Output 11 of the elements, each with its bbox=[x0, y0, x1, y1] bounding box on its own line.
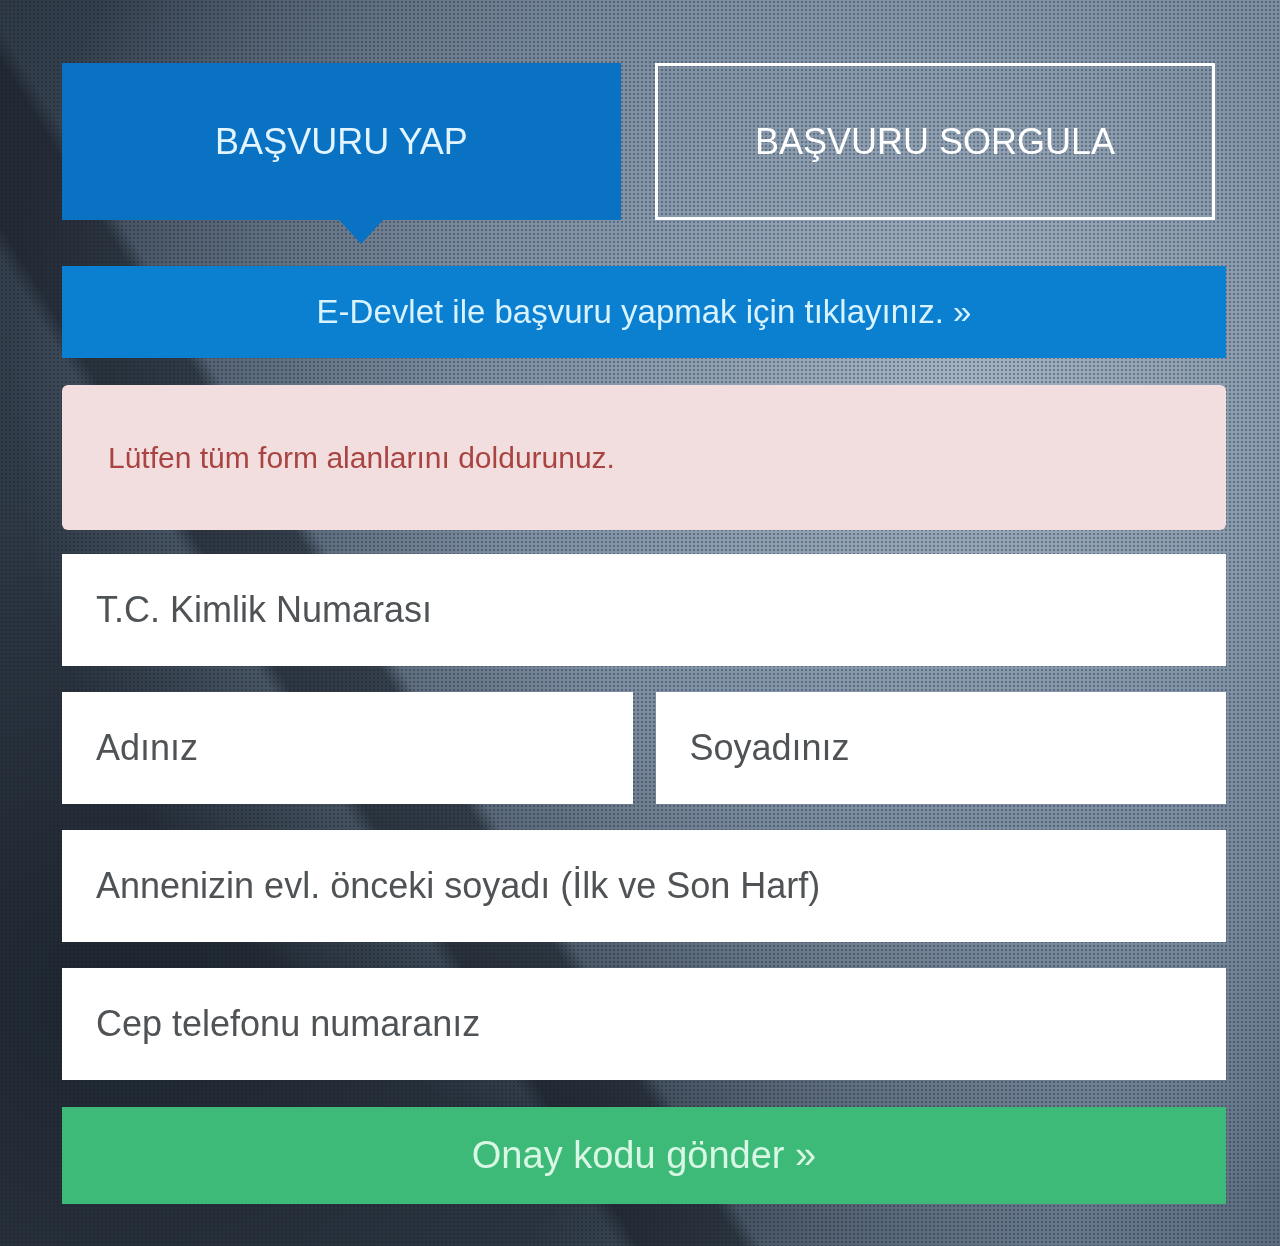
input-field[interactable]: Adınız bbox=[62, 692, 633, 804]
error-alert: Lütfen tüm form alanlarını doldurunuz. bbox=[62, 385, 1226, 530]
input-field[interactable]: Cep telefonu numaranız bbox=[62, 968, 1226, 1080]
send-code-button[interactable]: Onay kodu gönder » bbox=[62, 1107, 1226, 1204]
e-devlet-link[interactable]: E-Devlet ile başvuru yapmak için tıklayınız. » bbox=[62, 266, 1226, 358]
tab-pointer-icon bbox=[338, 220, 383, 244]
input-field[interactable]: T.C. Kimlik Numarası bbox=[62, 554, 1226, 666]
input-field[interactable]: Annenizin evl. önceki soyadı (İlk ve Son Harf) bbox=[62, 830, 1226, 942]
input-field[interactable]: Soyadınız bbox=[655, 692, 1226, 804]
tab[interactable]: BAŞVURU SORGULA bbox=[655, 63, 1215, 220]
tab[interactable]: BAŞVURU YAP bbox=[62, 63, 621, 220]
